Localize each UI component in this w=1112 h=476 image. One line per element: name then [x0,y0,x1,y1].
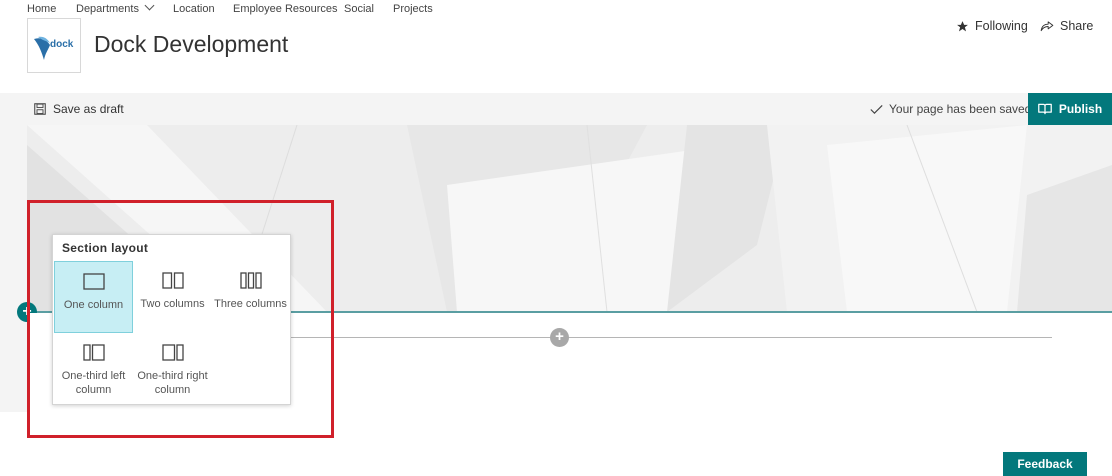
section-layout-title: Section layout [62,241,149,255]
layout-option-label: One-third left column [61,370,126,396]
nav-projects[interactable]: Projects [393,3,433,15]
two-columns-icon [161,272,184,289]
following-button[interactable]: Following [956,19,1028,33]
command-bar: Save as draft Your page has been saved P… [0,93,1112,125]
one-column-icon [82,273,105,290]
layout-option-one-third-right[interactable]: One-third right column [133,333,212,405]
save-status: Your page has been saved [870,102,1031,116]
layout-option-label: One-third right column [137,370,208,396]
site-top-nav: Home Departments Location Employee Resou… [0,0,1112,18]
star-icon [957,20,968,31]
share-button[interactable]: Share [1040,19,1093,33]
nav-location[interactable]: Location [173,3,215,15]
feedback-button[interactable]: Feedback [1003,452,1087,476]
following-label: Following [975,19,1028,33]
add-webpart-icon[interactable]: + [550,328,569,347]
nav-departments[interactable]: Departments [76,0,155,15]
layout-option-one-third-left[interactable]: One-third left column [54,333,133,405]
book-icon [1037,103,1052,115]
checkmark-icon [870,104,883,114]
layout-option-label: Two columns [140,298,205,310]
site-title[interactable]: Dock Development [94,31,288,58]
logo-wordmark: dock [50,39,74,50]
nav-home[interactable]: Home [27,3,56,15]
site-logo[interactable]: dock [27,18,81,73]
section-layout-panel: Section layout One column Two columns Th… [52,234,291,405]
nav-social[interactable]: Social [344,3,374,15]
layout-option-two-columns[interactable]: Two columns [133,261,212,333]
nav-departments-label: Departments [76,3,139,15]
layout-option-label: Three columns [214,298,287,310]
save-as-draft-button[interactable]: Save as draft [34,102,124,116]
save-icon [34,103,46,115]
one-third-right-column-icon [161,344,184,361]
one-third-left-column-icon [82,344,105,361]
layout-option-three-columns[interactable]: Three columns [211,261,290,333]
publish-label: Publish [1058,102,1103,116]
nav-employee-resources[interactable]: Employee Resources [233,3,338,15]
publish-button[interactable]: Publish [1028,93,1112,125]
chevron-down-icon [144,0,155,11]
layout-option-label: One column [63,299,124,311]
save-status-text: Your page has been saved [889,102,1032,116]
save-as-draft-label: Save as draft [53,102,124,116]
share-icon [1040,20,1054,31]
layout-option-one-column[interactable]: One column [54,261,133,333]
three-columns-icon [239,272,262,289]
share-label: Share [1060,19,1094,33]
